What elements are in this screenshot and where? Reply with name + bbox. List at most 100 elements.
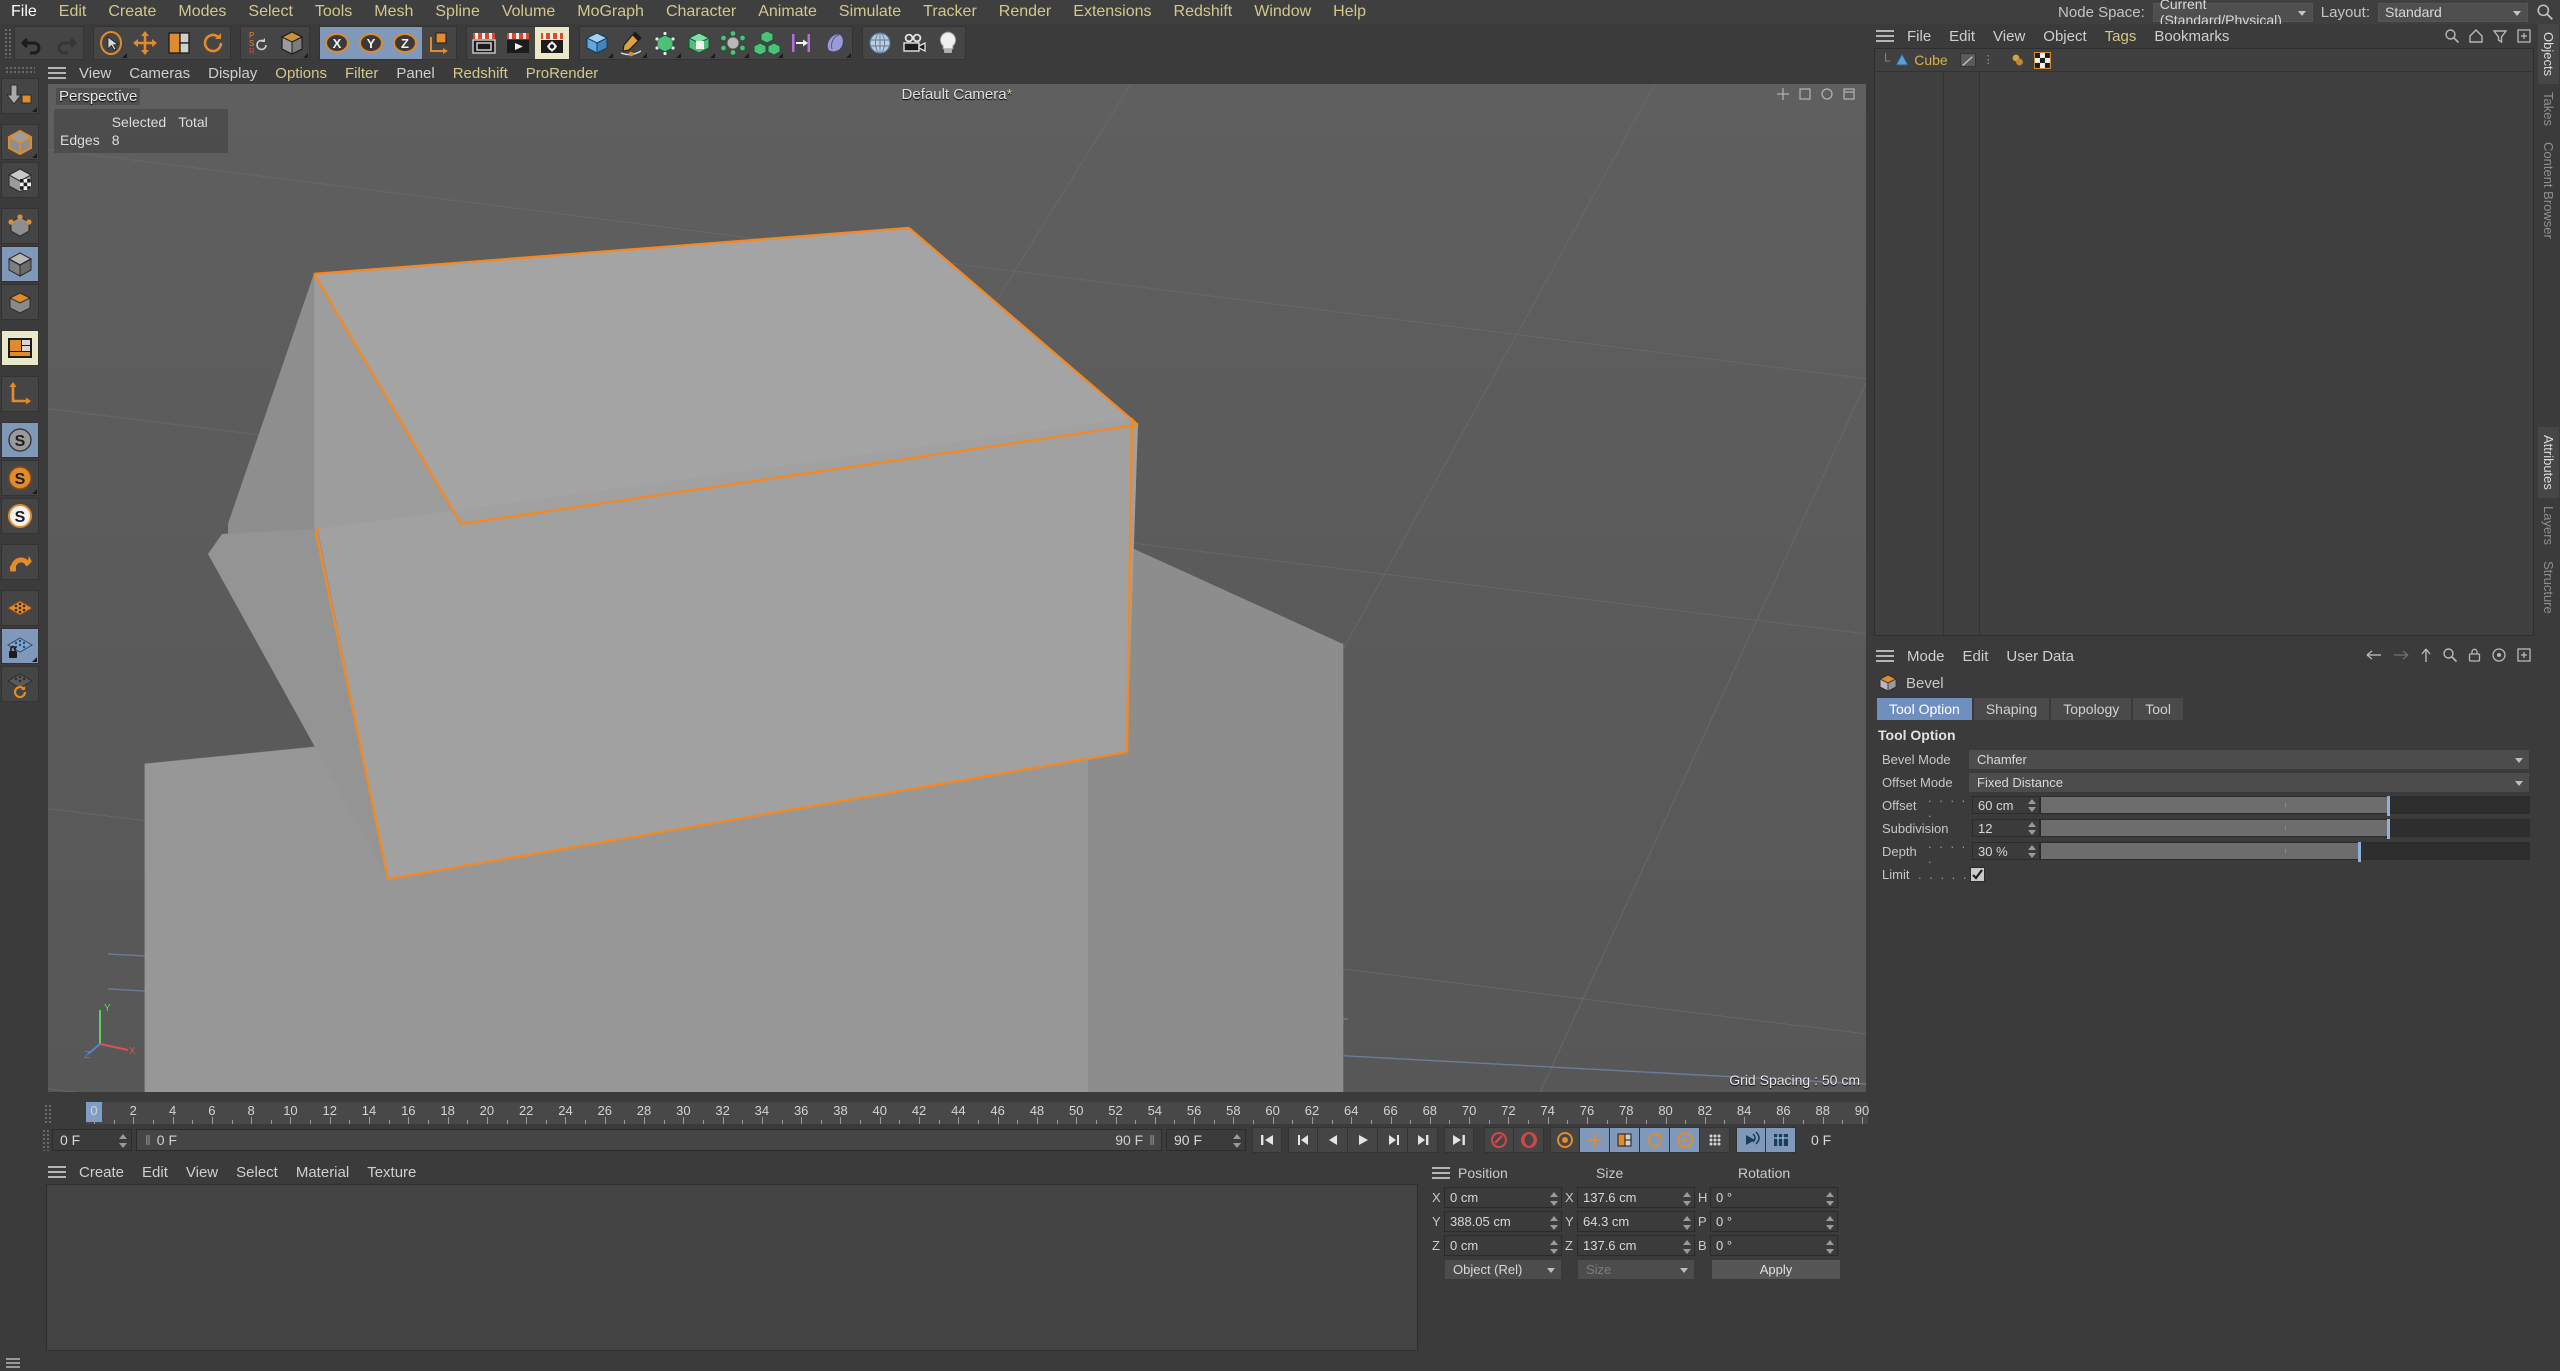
edges-mode-icon[interactable] <box>1 246 39 282</box>
workplane-icon[interactable] <box>1 330 39 366</box>
object-manager-list[interactable]: └ Cube ⋮ <box>1874 48 2534 636</box>
menu-item-create[interactable]: Create <box>97 0 167 24</box>
depth-input[interactable]: 30 % <box>1972 842 2040 860</box>
rotation-b-spinner[interactable] <box>1826 1239 1835 1255</box>
menu-item-volume[interactable]: Volume <box>491 0 566 24</box>
menu-item-mesh[interactable]: Mesh <box>363 0 424 24</box>
back-arrow-icon[interactable] <box>2365 648 2383 662</box>
doc-end-frame-field[interactable]: 90 F <box>1166 1129 1246 1151</box>
menu-item-simulate[interactable]: Simulate <box>828 0 912 24</box>
render-view-icon[interactable] <box>467 27 501 59</box>
pla-key-icon[interactable] <box>1700 1127 1730 1153</box>
magnet-icon[interactable] <box>1 544 39 580</box>
material-tag-icon[interactable] <box>2010 52 2026 68</box>
next-frame-icon[interactable] <box>1378 1127 1408 1153</box>
object-menu-file[interactable]: File <box>1898 28 1940 45</box>
vtab-objects[interactable]: Objects <box>2538 24 2559 85</box>
undo-icon[interactable] <box>15 27 49 59</box>
subdivision-input[interactable]: 12 <box>1972 819 2040 837</box>
position-z-spinner[interactable] <box>1550 1239 1559 1255</box>
make-editable-icon[interactable] <box>1 78 39 114</box>
rotation-p-field[interactable]: 0 ° <box>1710 1210 1838 1232</box>
viewport-move-camera-icon[interactable] <box>1776 87 1790 101</box>
size-z-field[interactable]: 137.6 cm <box>1577 1234 1695 1256</box>
lock-icon[interactable] <box>2467 647 2482 663</box>
position-y-field[interactable]: 388.05 cm <box>1444 1210 1562 1232</box>
tag-dots-icon[interactable]: ⋮ <box>1983 55 1994 66</box>
select-live-icon[interactable] <box>94 27 128 59</box>
menu-item-window[interactable]: Window <box>1243 0 1322 24</box>
vtab-content-browser[interactable]: Content Browser <box>2538 134 2559 247</box>
next-key-icon[interactable] <box>1408 1127 1438 1153</box>
lock-snap-icon[interactable]: S <box>1 498 39 534</box>
rotation-key-icon[interactable] <box>1640 1127 1670 1153</box>
timeline-trackbar[interactable]: ‖ 0 F 90 F ‖ <box>136 1129 1162 1151</box>
home-icon[interactable] <box>2468 28 2484 44</box>
workplane-grid-icon[interactable] <box>1 590 39 626</box>
tab-shaping[interactable]: Shaping <box>1972 697 2051 720</box>
coordinate-mode-select[interactable]: Object (Rel) <box>1444 1258 1562 1280</box>
size-z-spinner[interactable] <box>1683 1239 1692 1255</box>
size-y-spinner[interactable] <box>1683 1215 1692 1231</box>
menu-item-select[interactable]: Select <box>237 0 303 24</box>
lock-uniform-icon[interactable]: S <box>1 460 39 496</box>
object-menu-bookmarks[interactable]: Bookmarks <box>2145 28 2238 45</box>
psr-icon[interactable]: PSR <box>241 27 275 59</box>
toolbar-grip[interactable] <box>4 28 11 58</box>
vtab-takes[interactable]: Takes <box>2538 84 2559 134</box>
keyframe-selection-icon[interactable] <box>1550 1127 1580 1153</box>
search-icon[interactable] <box>2442 647 2458 663</box>
autokeying-icon[interactable] <box>1514 1127 1544 1153</box>
param-key-icon[interactable]: P <box>1670 1127 1700 1153</box>
menu-item-redshift[interactable]: Redshift <box>1163 0 1244 24</box>
vtab-attributes[interactable]: Attributes <box>2538 426 2559 498</box>
display-tag-icon[interactable] <box>1959 53 1976 67</box>
layout-select[interactable]: Standard <box>2378 2 2528 22</box>
menu-item-edit[interactable]: Edit <box>48 0 98 24</box>
material-menu-texture[interactable]: Texture <box>358 1164 425 1181</box>
rotation-p-spinner[interactable] <box>1826 1215 1835 1231</box>
scale-key-icon[interactable] <box>1610 1127 1640 1153</box>
tab-topology[interactable]: Topology <box>2050 697 2133 720</box>
viewport-menu-view[interactable]: View <box>70 65 120 82</box>
offset-slider[interactable] <box>2040 796 2530 816</box>
menu-item-mograph[interactable]: MoGraph <box>566 0 655 24</box>
size-x-field[interactable]: 137.6 cm <box>1577 1186 1695 1208</box>
z-axis-icon[interactable]: Z <box>388 27 422 59</box>
checker-texture-tag-icon[interactable] <box>2033 51 2051 69</box>
rotation-h-spinner[interactable] <box>1826 1191 1835 1207</box>
record-active-objects-icon[interactable] <box>1484 1127 1514 1153</box>
menu-item-extensions[interactable]: Extensions <box>1062 0 1162 24</box>
rotation-b-field[interactable]: 0 ° <box>1710 1234 1838 1256</box>
forward-arrow-icon[interactable] <box>2392 648 2410 662</box>
planar-workplane-icon[interactable] <box>1 666 39 702</box>
viewport-menu-redshift[interactable]: Redshift <box>444 65 517 82</box>
menu-item-tracker[interactable]: Tracker <box>912 0 988 24</box>
coordinates-burger-icon[interactable] <box>1432 1166 1450 1180</box>
move-icon[interactable] <box>128 27 162 59</box>
timeline-icon[interactable] <box>1766 1127 1796 1153</box>
world-object-axis-icon[interactable] <box>275 27 309 59</box>
dynamics-key-icon[interactable] <box>1736 1127 1766 1153</box>
position-x-field[interactable]: 0 cm <box>1444 1186 1562 1208</box>
vtab-structure[interactable]: Structure <box>2538 553 2559 622</box>
menu-item-render[interactable]: Render <box>988 0 1062 24</box>
attributes-menu-mode[interactable]: Mode <box>1898 648 1954 665</box>
up-arrow-icon[interactable] <box>2419 647 2433 663</box>
offset-spinner[interactable] <box>2028 798 2037 813</box>
play-icon[interactable] <box>1348 1127 1378 1153</box>
cube-primitive-icon[interactable] <box>580 27 614 59</box>
prev-key-icon[interactable] <box>1288 1127 1318 1153</box>
field-icon[interactable] <box>784 27 818 59</box>
material-menu-view[interactable]: View <box>177 1164 227 1181</box>
subdivision-slider[interactable] <box>2040 819 2530 839</box>
viewport-menu-panel[interactable]: Panel <box>387 65 443 82</box>
material-manager-body[interactable] <box>46 1184 1418 1351</box>
position-x-spinner[interactable] <box>1550 1191 1559 1207</box>
position-key-icon[interactable] <box>1580 1127 1610 1153</box>
environment-icon[interactable] <box>863 27 897 59</box>
size-x-spinner[interactable] <box>1683 1191 1692 1207</box>
node-space-select[interactable]: Current (Standard/Physical) <box>2152 0 2313 28</box>
left-toolbar-grip[interactable] <box>5 66 35 74</box>
attributes-menu-user-data[interactable]: User Data <box>1997 648 2083 665</box>
